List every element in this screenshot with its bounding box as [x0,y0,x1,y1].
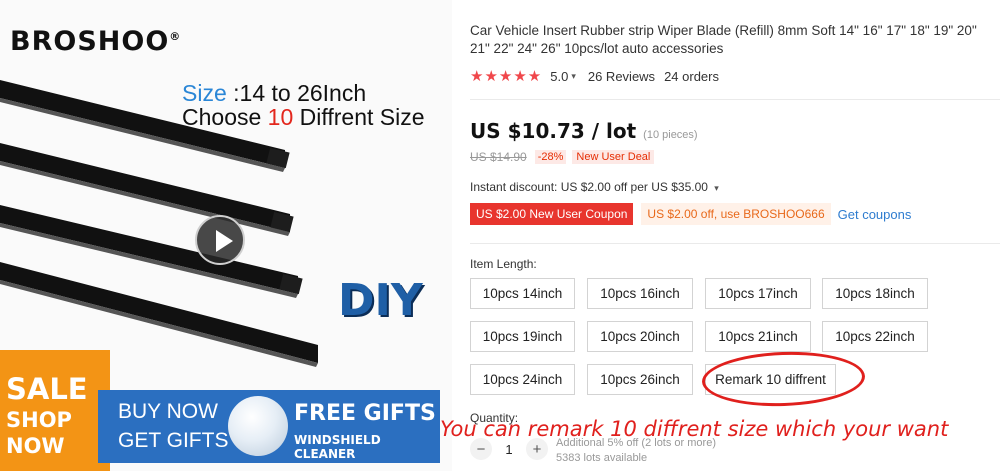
product-image[interactable]: BROSHOO® Size :14 to 26Inch Choose 10 Di… [0,0,452,471]
highlight-circle [701,349,866,409]
chevron-down-icon: ▾ [714,183,719,193]
coupon-row: US $2.00 New User Coupon US $2.00 off, u… [470,203,911,225]
reviews-link[interactable]: 26 Reviews [588,69,655,84]
price-row: US $10.73 / lot (10 pieces) [470,119,698,143]
free-gifts-text: FREE GIFTS [294,401,436,426]
quantity-input[interactable]: 1 [492,442,526,457]
original-price: US $14.90 [470,150,527,164]
promo-banner: SALE SHOP NOW BUY NOW GET GIFTS FREE GIF… [0,350,452,471]
instant-discount[interactable]: Instant discount: US $2.00 off per US $3… [470,180,719,194]
pieces-count: (10 pieces) [643,129,698,141]
divider [470,99,1000,100]
buy-now-text: BUY NOW [118,400,218,423]
option-26inch[interactable]: 10pcs 26inch [587,364,693,395]
remark-annotation: You can remark 10 diffrent size which yo… [440,417,949,441]
play-video-button[interactable] [195,215,245,265]
chevron-down-icon[interactable]: ▾ [571,71,576,82]
quantity-decrease-button[interactable]: − [470,438,492,460]
item-length-label: Item Length: [470,257,537,271]
option-22inch[interactable]: 10pcs 22inch [822,321,928,352]
new-user-deal-badge: New User Deal [572,150,655,164]
sale-now: NOW [6,434,65,458]
divider [470,243,1000,244]
option-19inch[interactable]: 10pcs 19inch [470,321,575,352]
product-title: Car Vehicle Insert Rubber strip Wiper Bl… [470,23,977,56]
sale-badge: SALE SHOP NOW [0,350,110,471]
free-gifts-banner: BUY NOW GET GIFTS FREE GIFTS WINDSHIELD … [98,390,440,463]
availability-note: 5383 lots available [556,452,648,464]
cleaner-tablet-icon [228,396,288,456]
sale-title: SALE [6,372,88,406]
current-price: US $10.73 / lot [470,119,637,143]
option-14inch[interactable]: 10pcs 14inch [470,278,575,309]
diy-label: DIY [338,275,423,326]
quantity-increase-button[interactable]: + [526,438,548,460]
rating-value[interactable]: 5.0 [550,69,568,84]
option-18inch[interactable]: 10pcs 18inch [822,278,928,309]
original-price-row: US $14.90 -28% New User Deal [470,150,655,164]
sale-shop: SHOP [6,408,72,432]
option-17inch[interactable]: 10pcs 17inch [705,278,811,309]
new-user-coupon[interactable]: US $2.00 New User Coupon [470,203,634,225]
get-coupons-link[interactable]: Get coupons [838,207,912,222]
code-coupon[interactable]: US $2.00 off, use BROSHOO666 [641,203,831,225]
product-info: Car Vehicle Insert Rubber strip Wiper Bl… [470,0,1000,471]
discount-badge: -28% [534,150,567,164]
quantity-stepper: − 1 + [470,438,548,460]
get-gifts-text: GET GIFTS [118,429,229,452]
option-20inch[interactable]: 10pcs 20inch [587,321,693,352]
windshield-cleaner-text: WINDSHIELD CLEANER [294,433,381,461]
star-rating-icon: ★★★★★ [470,68,543,85]
option-21inch[interactable]: 10pcs 21inch [705,321,811,352]
option-16inch[interactable]: 10pcs 16inch [587,278,693,309]
orders-count: 24 orders [664,68,719,84]
rating-row: ★★★★★ 5.0 ▾ 26 Reviews 24 orders [470,68,719,85]
option-24inch[interactable]: 10pcs 24inch [470,364,575,395]
